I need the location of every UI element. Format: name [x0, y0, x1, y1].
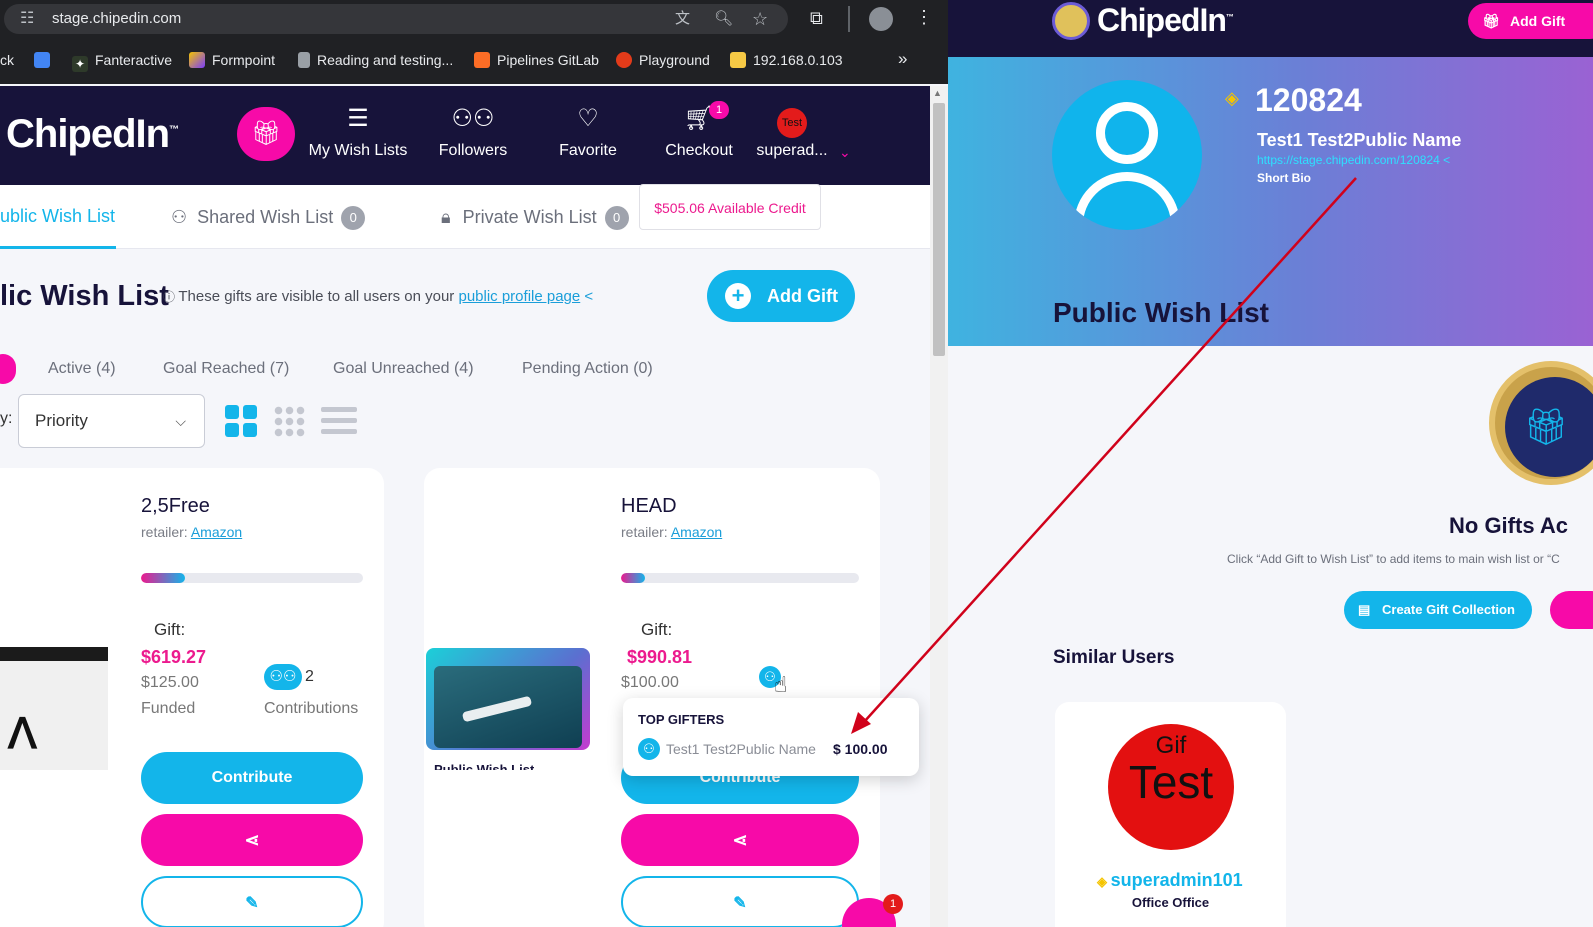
annotation-arrow [851, 177, 1357, 734]
screenshot: ☷ stage.chipedin.com 文 🔍︎ ☆ ⧉ ⋮ ck ✦ Fant… [0, 0, 1593, 927]
annotation-arrow-line [863, 177, 1357, 723]
annotation-arrow-head [851, 712, 871, 734]
